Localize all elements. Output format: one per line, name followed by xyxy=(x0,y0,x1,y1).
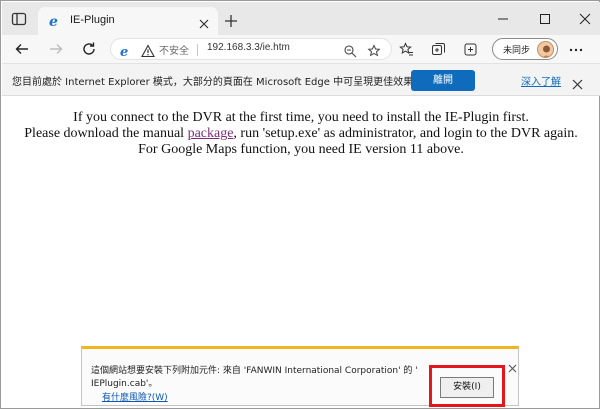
notification-message-line-2: IEPlugin.cab'。 xyxy=(91,379,158,389)
browser-window: e IE-Plugin e 不安全 192.168.3.3/ie.htm 未同步… xyxy=(0,0,600,409)
close-icon[interactable] xyxy=(508,358,517,373)
page-content: If you connect to the DVR at the first t… xyxy=(2,97,600,346)
tab-strip: e IE-Plugin xyxy=(2,2,600,35)
instruction-text: , run 'setup.exe' as administrator, and … xyxy=(233,126,578,141)
add-favorite-icon[interactable] xyxy=(367,43,381,57)
security-label[interactable]: 不安全 xyxy=(159,42,189,57)
ie-mode-icon[interactable]: e xyxy=(119,43,133,60)
ie-icon: e xyxy=(47,13,63,30)
tab-title: IE-Plugin xyxy=(70,14,115,26)
learn-more-link[interactable]: 深入了解 xyxy=(521,73,561,88)
warning-icon[interactable] xyxy=(141,43,155,58)
refresh-icon[interactable] xyxy=(81,41,97,57)
svg-text:e: e xyxy=(49,14,58,29)
install-button[interactable]: 安裝(I) xyxy=(440,377,494,398)
divider xyxy=(197,44,198,56)
window-close-icon[interactable] xyxy=(578,11,592,25)
close-icon[interactable] xyxy=(198,15,210,29)
address-bar[interactable]: e 不安全 192.168.3.3/ie.htm xyxy=(110,38,392,60)
zoom-icon[interactable] xyxy=(343,43,357,58)
package-link[interactable]: package xyxy=(188,126,234,141)
tab-ie-plugin[interactable]: e IE-Plugin xyxy=(38,7,218,35)
avatar xyxy=(537,41,554,58)
infobar-message: 您目前處於 Internet Explorer 模式，大部分的頁面在 Micro… xyxy=(12,77,424,88)
instruction-line-2: Please download the manual package, run … xyxy=(2,126,600,142)
favorites-icon[interactable] xyxy=(399,42,414,57)
back-arrow-icon[interactable] xyxy=(14,41,30,57)
new-tab-button[interactable] xyxy=(224,13,238,27)
instruction-line-1: If you connect to the DVR at the first t… xyxy=(73,110,529,125)
addon-install-notification: 這個網站想要安裝下列附加元件: 來自 'FANWIN International… xyxy=(81,346,519,406)
forward-arrow-icon[interactable] xyxy=(48,41,64,57)
sync-label: 未同步 xyxy=(503,46,531,56)
instruction-line-3: For Google Maps function, you need IE ve… xyxy=(138,142,464,157)
maximize-icon[interactable] xyxy=(538,11,552,25)
more-options-icon[interactable] xyxy=(568,42,584,56)
profile-sync-button[interactable]: 未同步 xyxy=(492,38,558,60)
minimize-icon[interactable] xyxy=(496,11,510,25)
tab-actions-icon[interactable] xyxy=(10,10,28,28)
risk-link[interactable]: 有什麼風險?(W) xyxy=(102,390,168,403)
url-text[interactable]: 192.168.3.3/ie.htm xyxy=(207,42,290,53)
leave-button[interactable]: 離開 xyxy=(411,70,475,91)
instruction-text: Please download the manual xyxy=(24,126,188,141)
address-toolbar: e 不安全 192.168.3.3/ie.htm 未同步 xyxy=(2,35,600,63)
close-icon[interactable] xyxy=(572,75,583,90)
collections-icon[interactable] xyxy=(431,42,446,57)
notification-message-line-1: 這個網站想要安裝下列附加元件: 來自 'FANWIN International… xyxy=(91,366,418,376)
extensions-icon[interactable] xyxy=(463,42,478,57)
svg-text:e: e xyxy=(120,45,128,58)
ie-mode-infobar: 您目前處於 Internet Explorer 模式，大部分的頁面在 Micro… xyxy=(2,63,600,96)
